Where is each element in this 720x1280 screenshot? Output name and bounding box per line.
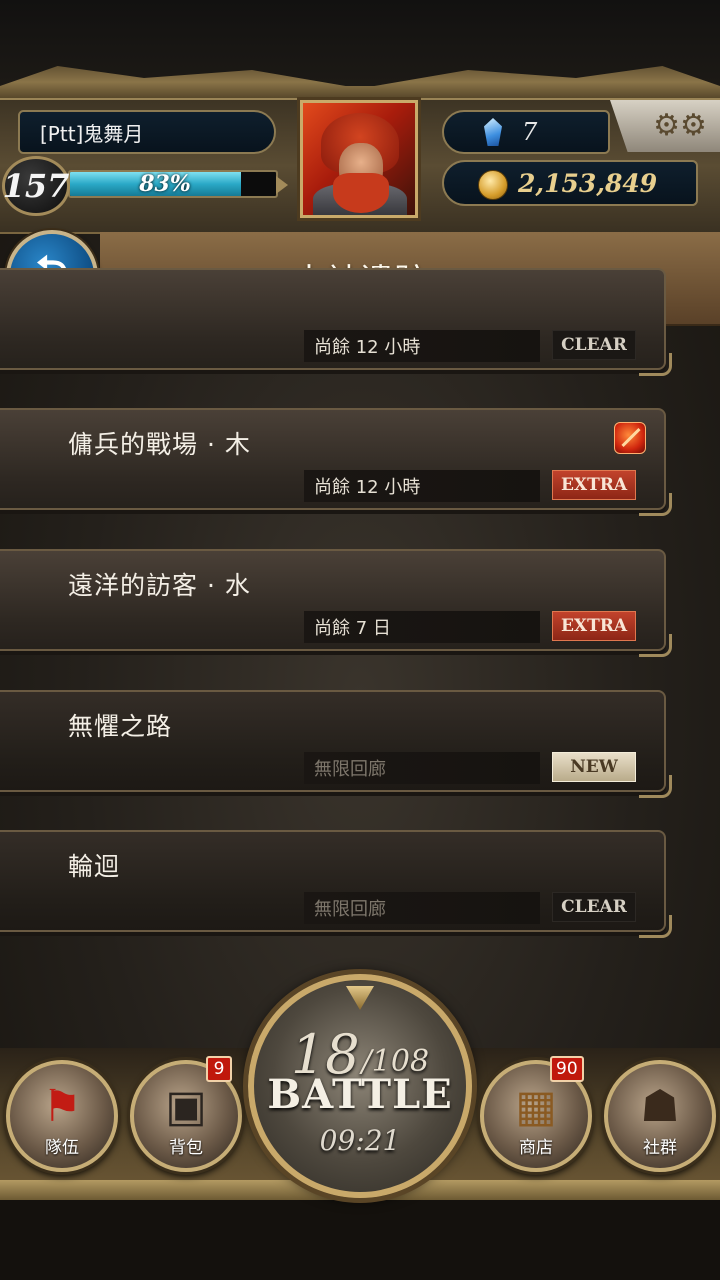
stage-item[interactable]: 傭兵的戰場 · 木 尚餘 12 小時 EXTRA [0,408,672,516]
nav-bag-label: 背包 [169,1138,203,1158]
stage-type: 無限回廊 [304,752,540,784]
avatar-beard [333,173,389,213]
corner-ornament [639,634,672,657]
red-flag-icon: ⚑ [42,1080,82,1132]
player-name-text: [Ptt]鬼舞月 [40,121,144,146]
leader-avatar[interactable] [300,100,418,218]
stage-item[interactable]: 遠洋的訪客 · 水 尚餘 7 日 EXTRA [0,549,672,657]
corner-ornament [639,775,672,798]
nav-shop-label: 商店 [519,1138,553,1158]
stage-remaining: 尚餘 12 小時 [304,470,540,502]
gear-icon[interactable]: ⚙⚙ [650,106,710,146]
coin-icon [478,170,508,200]
shop-count-badge: 90 [550,1056,584,1082]
stage-remaining: 尚餘 7 日 [304,611,540,643]
corner-ornament [639,915,672,938]
bag-count-badge: 9 [206,1056,232,1082]
nav-team-button[interactable]: ⚑ 隊伍 [6,1060,118,1172]
corner-ornament [639,493,672,516]
battle-label: BATTLE [267,1070,453,1118]
stage-item[interactable]: 尚餘 12 小時 CLEAR [0,268,672,376]
gem-icon [484,118,502,146]
stage-title: 遠洋的訪客 · 水 [68,571,251,600]
people-silhouette-icon: ☗ [640,1080,680,1132]
gold-value: 2,153,849 [518,168,658,198]
gem-value: 7 [522,118,538,146]
treasure-chest-icon: ▦ [515,1080,557,1132]
exp-bar: 83% [68,170,278,198]
fire-crystal-icon [614,422,646,454]
exp-arrow-icon [276,176,288,194]
gold-counter: 2,153,849 [442,160,698,206]
exp-label: 83% [139,171,191,197]
stage-title: 傭兵的戰場 · 木 [68,430,251,459]
stage-type: 無限回廊 [304,892,540,924]
clear-tag: CLEAR [552,892,636,922]
nav-social-label: 社群 [643,1138,677,1158]
clear-tag: CLEAR [552,330,636,360]
new-tag: NEW [552,752,636,782]
nav-team-label: 隊伍 [45,1138,79,1158]
stage-item[interactable]: 輪迴 無限回廊 CLEAR [0,830,672,938]
level-badge: 157 [2,156,70,216]
stamina-timer: 09:21 [319,1123,401,1157]
nav-social-button[interactable]: ☗ 社群 [604,1060,716,1172]
stage-remaining: 尚餘 12 小時 [304,330,540,362]
corner-ornament [639,353,672,376]
stage-title: 無懼之路 [68,712,173,741]
stage-title: 輪迴 [68,852,121,881]
extra-tag: EXTRA [552,611,636,641]
gem-counter[interactable]: 7 [442,110,610,154]
extra-tag: EXTRA [552,470,636,500]
stage-item[interactable]: 無懼之路 無限回廊 NEW [0,690,672,798]
player-name[interactable]: [Ptt]鬼舞月 [18,110,276,154]
backpack-icon: ▣ [165,1080,207,1132]
bottom-base [0,1200,720,1280]
